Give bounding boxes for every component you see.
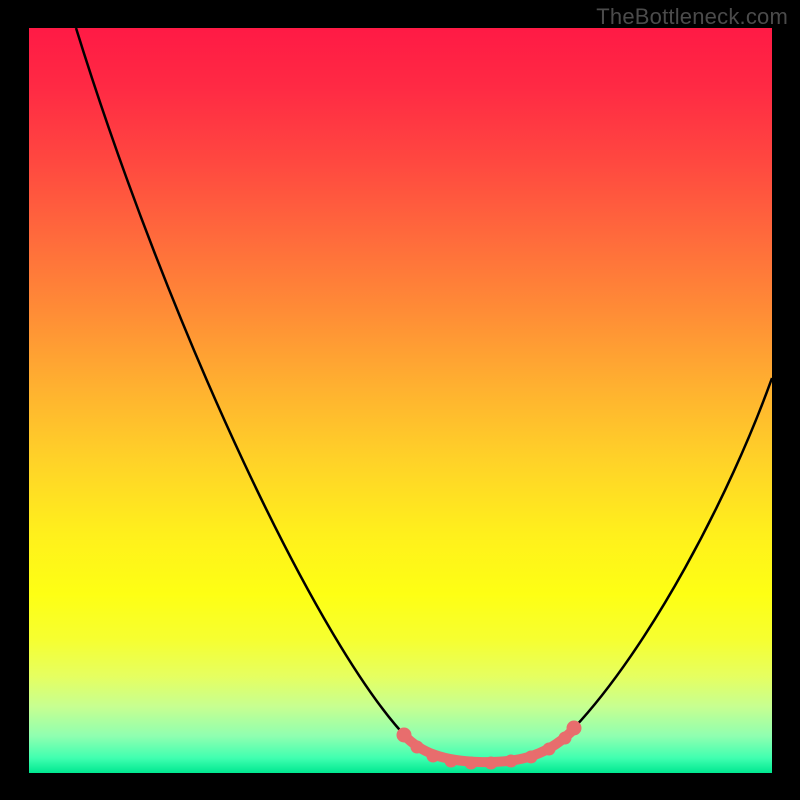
- watermark-text: TheBottleneck.com: [596, 4, 788, 30]
- plot-area: [29, 28, 772, 773]
- curve-path: [76, 28, 772, 761]
- chart-frame: TheBottleneck.com: [0, 0, 800, 800]
- bottleneck-curve: [29, 28, 772, 773]
- compatibility-band: [397, 721, 581, 769]
